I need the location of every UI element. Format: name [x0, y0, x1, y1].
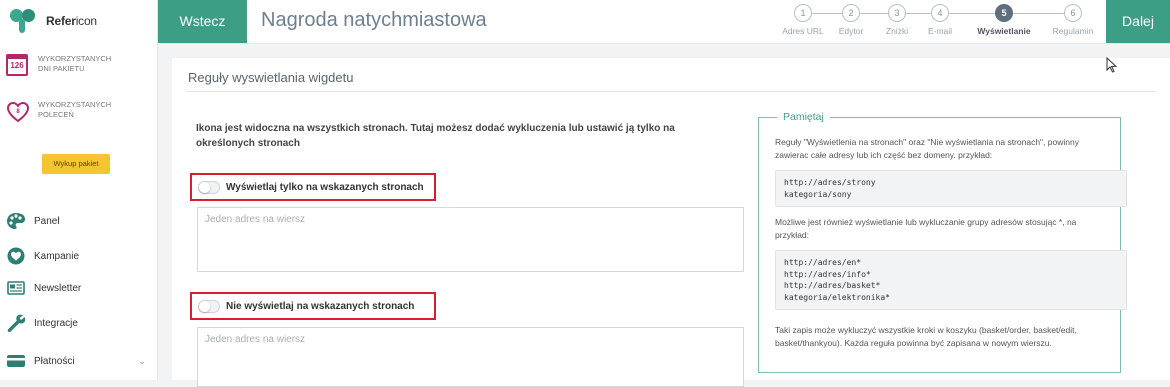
remember-title: Pamiętaj — [777, 111, 830, 123]
sidebar-item-label: Integracje — [34, 317, 78, 329]
stat-days: 126 WYKORZYSTANYCH DNI PAKIETU — [6, 54, 118, 78]
wizard-steps: 1 Adres URL 2 Edytor 3 Zniżki 4 E-mail 5… — [770, 4, 1110, 42]
step-4[interactable]: 4 E-mail — [907, 4, 973, 36]
newspaper-icon — [6, 278, 26, 298]
brand-logo[interactable]: Refericon — [8, 6, 97, 36]
back-button[interactable]: Wstecz — [158, 0, 247, 43]
step-number: 5 — [995, 4, 1013, 22]
step-label: Wyświetlanie — [977, 26, 1031, 36]
show-only-toggle[interactable] — [198, 180, 220, 194]
code-example-2: http://adres/en* http://adres/info* http… — [775, 250, 1127, 310]
sidebar-item-newsletter[interactable]: Newsletter — [6, 277, 154, 299]
sidebar-item-panel[interactable]: Panel — [6, 210, 154, 232]
sidebar-item-platnosci[interactable]: Płatności ⌄ — [6, 350, 154, 372]
step-number: 6 — [1064, 4, 1082, 22]
intro-text: Ikona jest widoczna na wszystkich strona… — [196, 123, 675, 149]
sidebar-item-integracje[interactable]: Integracje — [6, 312, 154, 334]
mouse-cursor-icon — [1106, 57, 1118, 73]
heart-badge-icon: 8 — [6, 100, 30, 124]
svg-text:8: 8 — [16, 109, 20, 115]
step-number: 1 — [794, 4, 812, 22]
chevron-down-icon[interactable]: ⌄ — [138, 356, 146, 367]
divider — [186, 91, 1156, 92]
logo-icon — [8, 7, 42, 35]
step-number: 2 — [842, 4, 860, 22]
show-only-label: Wyświetlaj tylko na wskazanych stronach — [226, 181, 424, 193]
step-number: 4 — [931, 4, 949, 22]
palette-icon — [6, 211, 26, 231]
sidebar-item-label: Panel — [34, 215, 60, 227]
code-example-1: http://adres/strony kategoria/sony — [775, 170, 1127, 207]
step-6[interactable]: 6 Regulamin — [1040, 4, 1106, 36]
display-rules-card: Reguły wyswietlania wigdetu Ikona jest w… — [172, 58, 1170, 387]
section-title: Reguły wyswietlania wigdetu — [188, 70, 354, 85]
next-button[interactable]: Dalej — [1106, 0, 1170, 43]
heart-icon — [6, 246, 26, 266]
show-only-toggle-row: Wyświetlaj tylko na wskazanych stronach — [190, 173, 436, 201]
step-5[interactable]: 5 Wyświetlanie — [971, 4, 1037, 36]
remember-text-1: Reguły "Wyświetlenia na stronach" oraz "… — [775, 137, 1079, 160]
stat-referrals-label: WYKORZYSTANYCH POLECEŃ — [38, 100, 112, 119]
buy-package-button[interactable]: Wykup pakiet — [42, 154, 110, 174]
remember-text-2: Możliwe jest również wyświetlanie lub wy… — [775, 217, 1077, 240]
hide-toggle-row: Nie wyświetlaj na wskazanych stronach — [190, 292, 436, 320]
remember-text-3: Taki zapis może wykluczyć wszystkie krok… — [775, 325, 1077, 348]
sidebar: Refericon 126 WYKORZYSTANYCH DNI PAKIETU… — [0, 0, 158, 380]
remember-box: Pamiętaj Reguły "Wyświetlenia na stronac… — [758, 111, 1127, 373]
sidebar-item-label: Kampanie — [34, 250, 80, 262]
step-label: Regulamin — [1052, 26, 1094, 36]
stat-days-label: WYKORZYSTANYCH DNI PAKIETU — [38, 54, 112, 73]
step-number: 3 — [888, 4, 906, 22]
show-only-urls-input[interactable]: Jeden adres na wiersz — [197, 207, 744, 272]
step-label: E-mail — [927, 26, 953, 36]
stat-referrals: 8 WYKORZYSTANYCH POLECEŃ — [6, 100, 118, 124]
sidebar-item-label: Płatności — [34, 355, 75, 367]
wizard-header: Wstecz Nagroda natychmiastowa 1 Adres UR… — [158, 0, 1170, 44]
sidebar-item-kampanie[interactable]: Kampanie — [6, 245, 154, 267]
hide-urls-input[interactable]: Jeden adres na wiersz — [197, 327, 744, 387]
wrench-icon — [6, 313, 26, 333]
hide-label: Nie wyświetlaj na wskazanych stronach — [226, 300, 415, 312]
sidebar-item-label: Newsletter — [34, 282, 82, 294]
brand-name: Refericon — [46, 14, 97, 28]
hide-toggle[interactable] — [198, 299, 220, 313]
wallet-icon — [6, 351, 26, 371]
calendar-icon: 126 — [6, 54, 30, 78]
page-title: Nagroda natychmiastowa — [261, 9, 487, 31]
